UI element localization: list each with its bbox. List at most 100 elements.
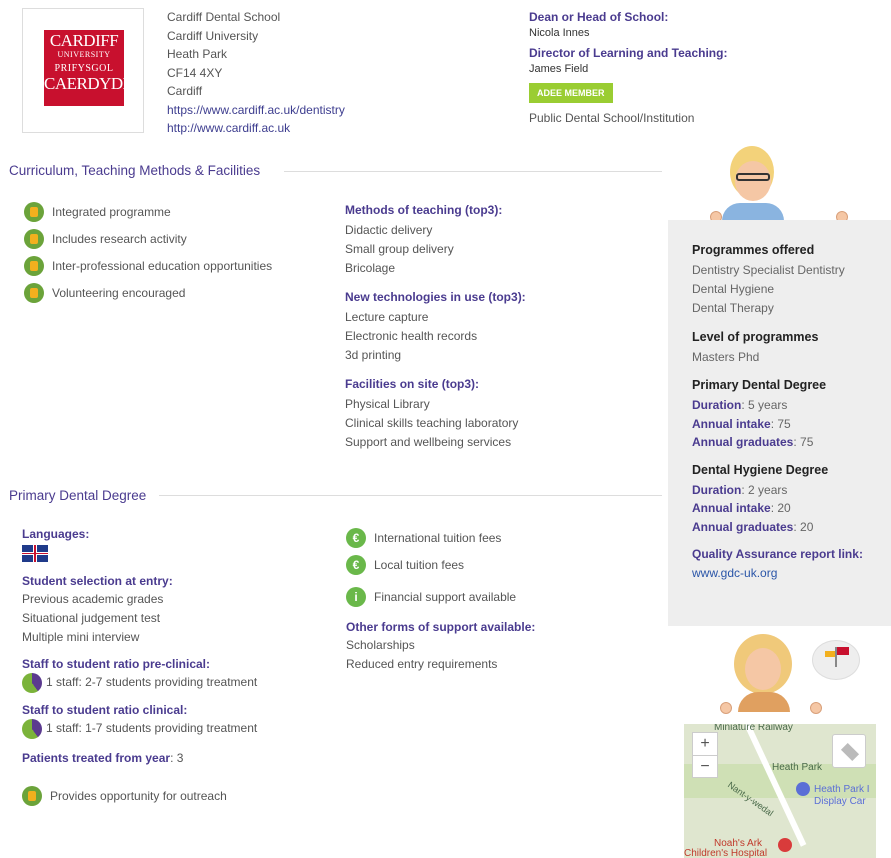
pdd-graduates: Annual graduates: 75 xyxy=(692,435,814,449)
intl-fees-row: € International tuition fees xyxy=(346,524,646,551)
degree-right-column: € International tuition fees € Local tuiti… xyxy=(346,524,646,674)
logo-text-4: CAERDYDD xyxy=(44,74,135,93)
people-icon xyxy=(24,255,44,276)
hospital-pin-icon xyxy=(778,838,792,852)
level-title: Level of programmes xyxy=(692,330,819,344)
qa-label: Quality Assurance report link: xyxy=(692,547,863,561)
degree-left-column: Languages: Student selection at entry: P… xyxy=(22,527,332,809)
volunteer-icon xyxy=(24,282,44,303)
languages-label: Languages: xyxy=(22,527,90,541)
feature-label: Inter-professional education opportuniti… xyxy=(52,258,273,273)
patients-row: Patients treated from year: 3 xyxy=(22,749,332,768)
clinical-ratio: 1 staff: 1-7 students providing treatmen… xyxy=(22,719,332,739)
layers-icon xyxy=(840,742,860,762)
facility-item: Physical Library xyxy=(345,397,430,411)
programme-item: Dentistry Specialist Dentistry xyxy=(692,263,845,277)
feature-label: Volunteering encouraged xyxy=(52,285,186,300)
university-website-link[interactable]: http://www.cardiff.ac.uk xyxy=(167,119,345,138)
zoom-in-button[interactable]: + xyxy=(693,733,717,755)
leadership-block: Dean or Head of School: Nicola Innes Dir… xyxy=(529,9,729,128)
method-item: Small group delivery xyxy=(345,242,454,256)
logo-text-2: UNIVERSITY xyxy=(57,50,111,59)
outreach-row: Provides opportunity for outreach xyxy=(22,782,332,809)
location-map[interactable]: Miniature Railway Heath Park Heath Park … xyxy=(684,724,876,858)
curriculum-section-title: Curriculum, Teaching Methods & Facilitie… xyxy=(9,163,261,178)
selection-item: Multiple mini interview xyxy=(22,630,140,644)
feature-label: Integrated programme xyxy=(52,204,171,219)
adee-member-badge: ADEE MEMBER xyxy=(529,83,613,103)
man-avatar-illustration xyxy=(700,143,860,223)
zoom-out-button[interactable]: − xyxy=(693,755,717,778)
flag-speech-bubble-icon xyxy=(812,640,860,680)
preclinical-ratio: 1 staff: 2-7 students providing treatmen… xyxy=(22,673,332,693)
financial-row: i Financial support available xyxy=(346,583,646,610)
method-item: Bricolage xyxy=(345,261,396,275)
facilities-title: Facilities on site (top3): xyxy=(345,377,480,391)
director-name: James Field xyxy=(529,63,589,75)
dhd-duration: Duration: 2 years xyxy=(692,482,788,497)
dean-name: Nicola Innes xyxy=(529,27,590,39)
outreach-label: Provides opportunity for outreach xyxy=(50,788,227,803)
section-divider xyxy=(284,171,662,172)
pdd-title: Primary Dental Degree xyxy=(692,378,827,392)
dentistry-website-link[interactable]: https://www.cardiff.ac.uk/dentistry xyxy=(167,101,345,120)
feature-item: Inter-professional education opportuniti… xyxy=(24,252,272,279)
programme-item: Dental Therapy xyxy=(692,301,774,315)
other-support-label: Other forms of support available: xyxy=(346,620,536,634)
uk-flag-icon xyxy=(22,545,48,562)
dean-label: Dean or Head of School: xyxy=(529,10,669,24)
dhd-graduates: Annual graduates: 20 xyxy=(692,519,814,534)
map-label: Heath Park I xyxy=(814,784,870,795)
selection-label: Student selection at entry: xyxy=(22,574,173,588)
director-label: Director of Learning and Teaching: xyxy=(529,46,728,60)
feature-label: Includes research activity xyxy=(52,231,187,246)
clinical-label: Staff to student ratio clinical: xyxy=(22,703,188,717)
patients-value: : 3 xyxy=(170,751,184,765)
level-value: Masters Phd xyxy=(692,350,760,364)
ratio-pie-icon xyxy=(22,673,42,693)
school-logo-box: CARDIFF UNIVERSITY PRIFYSGOL CAERDYDD xyxy=(22,8,144,133)
local-fees-label: Local tuition fees xyxy=(374,557,465,572)
method-item: Didactic delivery xyxy=(345,223,433,237)
address-line: Heath Park xyxy=(167,47,228,61)
woman-avatar-illustration xyxy=(700,630,870,720)
map-label: Display Car xyxy=(814,796,866,807)
ratio-pie-icon xyxy=(22,719,42,739)
programme-item: Dental Hygiene xyxy=(692,282,775,296)
qa-report-link[interactable]: www.gdc-uk.org xyxy=(692,564,882,583)
facility-item: Support and wellbeing services xyxy=(345,435,512,449)
feature-item: Includes research activity xyxy=(24,225,272,252)
support-item: Reduced entry requirements xyxy=(346,657,498,671)
selection-item: Previous academic grades xyxy=(22,592,164,606)
pdd-duration: Duration: 5 years xyxy=(692,398,788,412)
programmes-panel: Programmes offered Dentistry Specialist … xyxy=(668,220,891,626)
local-fees-row: € Local tuition fees xyxy=(346,551,646,578)
tech-item: 3d printing xyxy=(345,348,402,362)
financial-label: Financial support available xyxy=(374,589,517,604)
patients-label: Patients treated from year xyxy=(22,751,171,765)
dhd-intake: Annual intake: 20 xyxy=(692,501,791,515)
feature-item: Integrated programme xyxy=(24,198,272,225)
map-label: Children's Hospital xyxy=(684,848,768,858)
dhd-title: Dental Hygiene Degree xyxy=(692,462,829,477)
map-layers-button[interactable] xyxy=(832,734,866,768)
outreach-icon xyxy=(22,785,42,806)
euro-icon: € xyxy=(346,554,366,575)
tech-item: Electronic health records xyxy=(345,329,478,343)
info-icon: i xyxy=(346,586,366,607)
school-address: Cardiff Dental School Cardiff University… xyxy=(167,8,345,138)
magnifier-icon xyxy=(24,228,44,249)
methods-title: Methods of teaching (top3): xyxy=(345,203,503,217)
integrated-programme-icon xyxy=(24,201,44,222)
intl-fees-label: International tuition fees xyxy=(374,530,502,545)
support-item: Scholarships xyxy=(346,638,415,652)
teaching-columns: Methods of teaching (top3): Didactic del… xyxy=(345,203,645,452)
degree-section-title: Primary Dental Degree xyxy=(9,488,147,503)
map-label: Miniature Railway xyxy=(714,724,793,733)
feature-item: Volunteering encouraged xyxy=(24,279,272,306)
tech-title: New technologies in use (top3): xyxy=(345,290,526,304)
institution-type: Public Dental School/Institution xyxy=(529,111,695,125)
curriculum-features: Integrated programme Includes research a… xyxy=(24,198,272,306)
map-label: Heath Park xyxy=(772,762,823,773)
euro-icon: € xyxy=(346,527,366,548)
